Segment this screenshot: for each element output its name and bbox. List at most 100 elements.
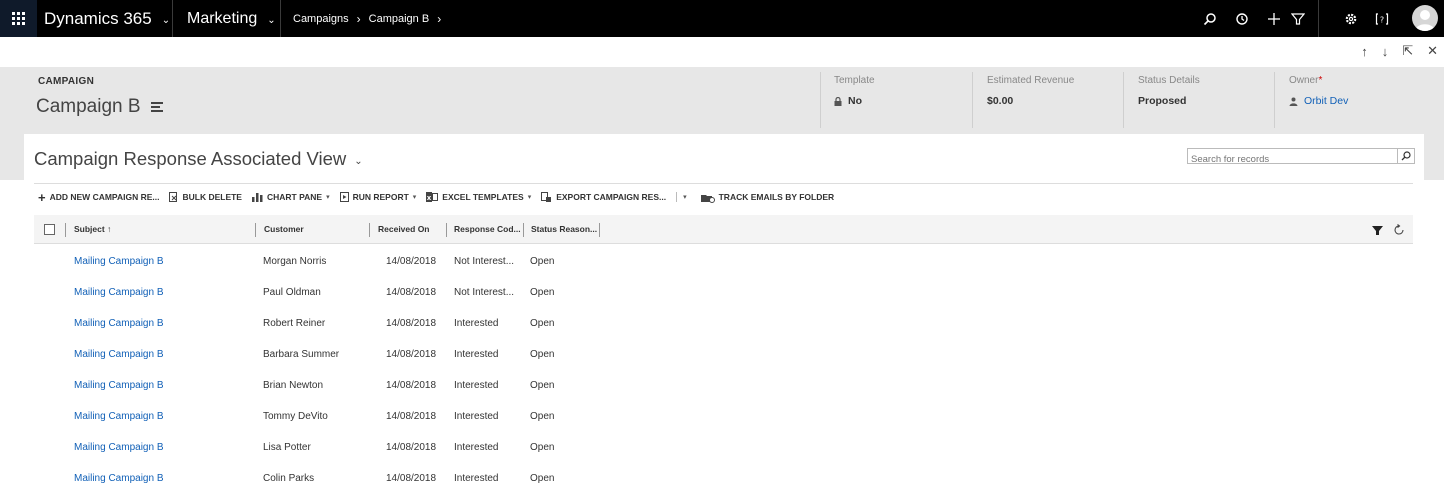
divider — [34, 183, 1413, 184]
view-selector[interactable]: Campaign Response Associated View ⌄ — [34, 148, 363, 170]
cell-response-code: Interested — [454, 349, 499, 360]
track-folder-icon — [700, 194, 715, 203]
cell-response-code: Not Interest... — [454, 256, 515, 267]
field-label: Owner — [1289, 75, 1319, 86]
table-row[interactable]: Mailing Campaign B Morgan Norris 14/08/201… — [34, 246, 1413, 277]
search-box — [1187, 148, 1415, 166]
close-icon[interactable]: ✕ — [1427, 43, 1438, 59]
search-button[interactable] — [1397, 149, 1414, 163]
required-indicator: * — [1318, 75, 1323, 86]
command-label: TRACK EMAILS BY FOLDER — [718, 192, 835, 202]
cell-subject[interactable]: Mailing Campaign B — [74, 432, 164, 463]
owner-link[interactable]: Orbit Dev — [1289, 95, 1348, 107]
cell-response-code: Interested — [454, 380, 499, 391]
column-separator — [599, 223, 600, 237]
breadcrumb-campaigns[interactable]: Campaigns — [293, 13, 349, 25]
cell-status-reason: Open — [530, 380, 555, 391]
chevron-down-icon: ▾ — [412, 194, 417, 201]
cell-customer: Robert Reiner — [263, 318, 326, 329]
table-row[interactable]: Mailing Campaign B Lisa Potter 14/08/2018 I… — [34, 432, 1413, 463]
table-row[interactable]: Mailing Campaign B Colin Parks 14/08/2018 I… — [34, 463, 1413, 494]
module-menu[interactable]: Marketing ⌄ — [187, 0, 276, 37]
settings-button[interactable] — [1336, 0, 1366, 37]
chart-pane-button[interactable]: CHART PANE ▾ — [251, 192, 330, 202]
command-label: ADD NEW CAMPAIGN RE... — [49, 192, 160, 202]
report-icon — [339, 192, 349, 202]
excel-templates-button[interactable]: x EXCEL TEMPLATES ▾ — [426, 192, 531, 202]
arrow-down-icon[interactable]: ↓ — [1382, 44, 1389, 59]
cell-subject[interactable]: Mailing Campaign B — [74, 308, 164, 339]
divider — [972, 72, 973, 128]
divider — [280, 0, 281, 37]
app-name: Dynamics 365 — [44, 8, 152, 28]
history-icon — [1236, 12, 1248, 25]
cell-status-reason: Open — [530, 473, 555, 484]
avatar[interactable] — [1412, 5, 1438, 31]
add-new-campaign-response-button[interactable]: + ADD NEW CAMPAIGN RE... — [38, 190, 159, 205]
advanced-find-button[interactable] — [1283, 0, 1313, 37]
record-menu-icon[interactable] — [150, 100, 163, 114]
search-button[interactable] — [1195, 0, 1225, 37]
search-input[interactable] — [1188, 153, 1391, 166]
column-separator — [523, 223, 524, 237]
field-value: No — [848, 95, 862, 107]
grid-header: Subject ↑ Customer Received On Response … — [34, 215, 1413, 244]
table-row[interactable]: Mailing Campaign B Barbara Summer 14/08/20… — [34, 339, 1413, 370]
svg-text:?: ? — [1380, 15, 1384, 24]
filter-icon — [1371, 225, 1383, 235]
header-field-status-details: Status Details Proposed — [1138, 75, 1200, 127]
command-label: EXCEL TEMPLATES — [442, 192, 524, 202]
command-label: CHART PANE — [266, 192, 323, 202]
cell-subject[interactable]: Mailing Campaign B — [74, 370, 164, 401]
breadcrumb-separator-icon: › — [356, 11, 361, 26]
arrow-up-icon[interactable]: ↑ — [1361, 44, 1368, 59]
column-header-status-reason[interactable]: Status Reason... — [531, 215, 597, 243]
search-icon — [1203, 12, 1216, 25]
breadcrumb-next-icon[interactable]: › — [437, 12, 441, 26]
table-row[interactable]: Mailing Campaign B Robert Reiner 14/08/201… — [34, 308, 1413, 339]
cell-customer: Colin Parks — [263, 473, 315, 484]
cell-subject[interactable]: Mailing Campaign B — [74, 339, 164, 370]
refresh-button[interactable] — [1391, 222, 1407, 238]
cell-response-code: Interested — [454, 318, 499, 329]
module-name: Marketing — [187, 9, 258, 27]
app-name-menu[interactable]: Dynamics 365 ⌄ — [44, 0, 170, 37]
cell-subject[interactable]: Mailing Campaign B — [74, 246, 164, 277]
help-button[interactable]: ? — [1367, 0, 1397, 37]
plus-icon — [1268, 12, 1280, 25]
cell-subject[interactable]: Mailing Campaign B — [74, 463, 164, 494]
recent-records-button[interactable] — [1227, 0, 1257, 37]
column-header-customer[interactable]: Customer — [264, 215, 304, 243]
user-silhouette-icon — [1415, 10, 1435, 31]
table-row[interactable]: Mailing Campaign B Paul Oldman 14/08/2018 N… — [34, 277, 1413, 308]
table-row[interactable]: Mailing Campaign B Brian Newton 14/08/2018… — [34, 370, 1413, 401]
column-header-response-code[interactable]: Response Cod... — [454, 215, 521, 243]
export-campaign-responses-button[interactable]: EXPORT CAMPAIGN RES... — [541, 192, 666, 202]
divider — [676, 192, 678, 202]
filter-button[interactable] — [1369, 222, 1385, 238]
field-value: Proposed — [1138, 95, 1187, 107]
command-label: BULK DELETE — [182, 192, 242, 202]
cell-received-on: 14/08/2018 — [386, 442, 437, 453]
divider — [820, 72, 821, 128]
chevron-down-icon: ▾ — [527, 194, 532, 201]
gear-icon — [1345, 13, 1357, 24]
bulk-delete-button[interactable]: BULK DELETE — [169, 192, 242, 202]
expand-icon[interactable]: ⇱ — [1402, 43, 1413, 59]
column-header-subject[interactable]: Subject ↑ — [74, 215, 111, 243]
cell-subject[interactable]: Mailing Campaign B — [74, 277, 164, 308]
cell-customer: Morgan Norris — [263, 256, 327, 267]
chart-icon — [251, 193, 263, 202]
breadcrumb-campaign-b[interactable]: Campaign B — [369, 13, 430, 25]
divider — [1318, 0, 1319, 37]
table-row[interactable]: Mailing Campaign B Tommy DeVito 14/08/2018… — [34, 401, 1413, 432]
more-commands-button[interactable]: ▾ — [683, 193, 687, 201]
run-report-button[interactable]: RUN REPORT ▾ — [339, 192, 417, 202]
cell-status-reason: Open — [530, 349, 555, 360]
cell-subject[interactable]: Mailing Campaign B — [74, 401, 164, 432]
select-all-checkbox[interactable] — [44, 224, 55, 235]
column-header-received-on[interactable]: Received On — [378, 215, 430, 243]
track-emails-by-folder-button[interactable]: TRACK EMAILS BY FOLDER — [700, 192, 835, 203]
app-launcher-button[interactable] — [0, 0, 37, 37]
cell-received-on: 14/08/2018 — [386, 473, 437, 484]
